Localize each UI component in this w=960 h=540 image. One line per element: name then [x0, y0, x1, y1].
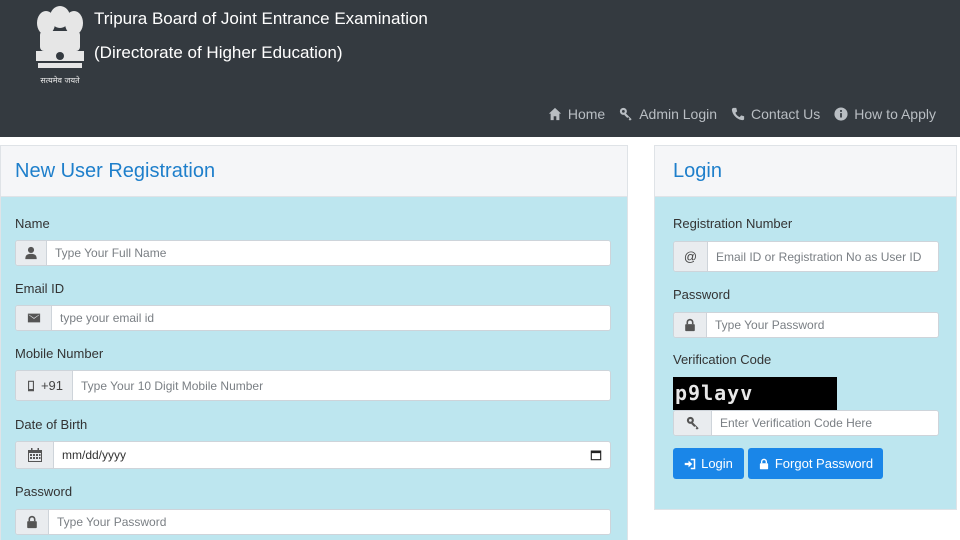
dob-addon [16, 442, 54, 468]
email-input[interactable] [52, 306, 610, 330]
lock-icon [685, 318, 695, 332]
verification-code-group [673, 410, 939, 436]
email-input-group [15, 305, 611, 331]
top-nav: Home Admin Login Contact Us How to Apply [548, 106, 936, 122]
site-header: सत्यमेव जयते Tripura Board of Joint Entr… [0, 0, 960, 137]
key-icon [620, 107, 632, 121]
mobile-country-code: +91 [40, 378, 64, 393]
at-addon: @ [674, 242, 708, 271]
registration-number-group: @ [673, 241, 939, 272]
dob-value: mm/dd/yyyy [62, 448, 127, 462]
nav-how-to-apply[interactable]: How to Apply [834, 106, 936, 122]
calendar-icon [27, 448, 42, 462]
envelope-icon [27, 313, 40, 323]
registration-number-input[interactable] [708, 242, 938, 271]
email-label: Email ID [15, 281, 65, 296]
nav-admin-login[interactable]: Admin Login [619, 106, 717, 122]
user-icon [25, 246, 37, 260]
forgot-password-label: Forgot Password [774, 456, 874, 471]
registration-panel-header: New User Registration [1, 146, 627, 197]
key-icon [686, 416, 699, 430]
nav-home[interactable]: Home [548, 106, 605, 122]
verification-code-input[interactable] [712, 411, 938, 435]
date-picker-icon[interactable] [590, 449, 602, 461]
registration-panel: New User Registration Name Email ID Mobi… [0, 145, 628, 540]
mobile-addon: +91 [16, 371, 73, 400]
password-addon [16, 510, 49, 534]
name-input-group [15, 240, 611, 266]
svg-text:सत्यमेव जयते: सत्यमेव जयते [40, 75, 80, 85]
login-button[interactable]: Login [673, 448, 744, 479]
password-input[interactable] [49, 510, 610, 534]
mobile-label: Mobile Number [15, 346, 104, 361]
national-emblem-logo: सत्यमेव जयते [36, 6, 84, 85]
board-title: Tripura Board of Joint Entrance Examinat… [94, 9, 428, 28]
name-label: Name [15, 216, 50, 231]
forgot-password-button[interactable]: Forgot Password [748, 448, 883, 479]
verification-addon [674, 411, 712, 435]
login-panel: Login Registration Number @ Password Ver… [654, 145, 957, 510]
email-addon [16, 306, 52, 330]
lock-icon [759, 458, 768, 469]
captcha-image: p9layv [673, 377, 837, 410]
dob-input[interactable]: mm/dd/yyyy [54, 442, 610, 468]
login-button-label: Login [701, 456, 733, 471]
login-password-input[interactable] [707, 313, 938, 337]
login-password-addon [674, 313, 707, 337]
registration-title: New User Registration [15, 159, 216, 182]
dob-label: Date of Birth [15, 417, 88, 432]
mobile-input[interactable] [73, 371, 610, 400]
board-subtitle: (Directorate of Higher Education) [94, 43, 343, 62]
login-password-label: Password [673, 287, 731, 302]
registration-number-label: Registration Number [673, 216, 793, 231]
nav-admin-login-label: Admin Login [639, 106, 718, 122]
password-input-group [15, 509, 611, 535]
home-icon [548, 107, 561, 121]
password-label: Password [15, 484, 73, 499]
nav-contact-us-label: Contact Us [751, 106, 821, 122]
nav-contact-us[interactable]: Contact Us [731, 106, 820, 122]
nav-home-label: Home [567, 106, 606, 122]
info-icon [834, 107, 848, 121]
login-password-group [673, 312, 939, 338]
lock-icon [27, 515, 37, 529]
login-title: Login [673, 159, 722, 182]
mobile-input-group: +91 [15, 370, 611, 401]
nav-how-to-apply-label: How to Apply [854, 106, 936, 122]
dob-input-group: mm/dd/yyyy [15, 441, 611, 469]
login-panel-header: Login [655, 146, 956, 197]
name-addon [16, 241, 47, 265]
verification-code-label: Verification Code [673, 352, 772, 367]
sign-in-icon [684, 458, 696, 469]
name-input[interactable] [47, 241, 610, 265]
phone-icon [731, 107, 745, 121]
mobile-icon [27, 380, 34, 391]
